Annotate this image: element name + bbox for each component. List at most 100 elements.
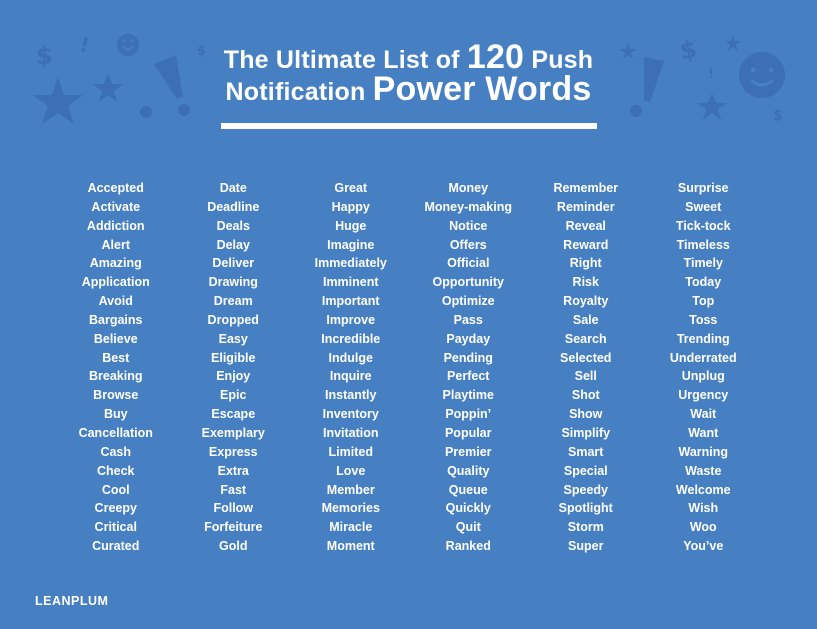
power-word: Imminent (322, 275, 379, 290)
power-word: Opportunity (432, 275, 504, 290)
power-word: Smart (568, 444, 604, 459)
power-word: Show (569, 407, 603, 422)
power-word: Deals (216, 218, 250, 233)
power-word: Happy (331, 199, 370, 214)
power-word: Incredible (321, 331, 381, 346)
power-word: Indulge (328, 350, 373, 365)
power-word: Sale (572, 312, 599, 327)
power-word: Follow (213, 501, 254, 516)
title-underline (221, 123, 597, 129)
power-word: Inquire (329, 369, 372, 384)
power-word: Fast (220, 482, 247, 497)
power-word: Instantly (325, 388, 377, 403)
power-word: Forfeiture (204, 520, 263, 535)
power-word: Underrated (669, 350, 737, 365)
power-word: Miracle (329, 520, 373, 535)
power-word: Reveal (565, 218, 606, 233)
power-word: Notice (449, 218, 488, 233)
power-word: Enjoy (216, 369, 251, 384)
power-word: Cash (100, 444, 132, 459)
power-word: Important (321, 294, 380, 309)
power-word: Extra (217, 463, 249, 478)
power-word: Critical (94, 520, 137, 535)
power-word: Limited (328, 444, 373, 459)
power-word: Tick-tock (675, 218, 731, 233)
power-word: Speedy (563, 482, 608, 497)
power-word: Money (448, 181, 489, 195)
power-word: Selected (560, 350, 612, 365)
power-word: Official (447, 256, 490, 271)
power-word: Gold (219, 539, 248, 554)
title-line-2: Notification Power Words (0, 70, 817, 109)
power-word: Today (685, 275, 722, 290)
power-word: Deliver (212, 256, 255, 271)
power-word: Member (326, 482, 375, 497)
power-word: Cancellation (78, 425, 153, 440)
power-word: Trending (676, 331, 730, 346)
power-word: Inventory (322, 407, 379, 422)
power-word: Queue (448, 482, 488, 497)
word-column: Accepted Activate Addiction Alert Amazing App… (57, 179, 175, 556)
power-word: Bargains (89, 312, 143, 327)
power-word: Super (568, 539, 604, 554)
power-word: Top (692, 294, 715, 309)
power-word: Immediately (314, 256, 387, 271)
power-word: Application (81, 275, 150, 290)
power-word: Great (334, 181, 368, 195)
power-word: Risk (572, 275, 599, 290)
power-word: Waste (685, 463, 722, 478)
power-word: Imagine (327, 237, 375, 252)
word-columns: Accepted Activate Addiction Alert Amazing App… (57, 179, 762, 556)
power-word: Pending (443, 350, 493, 365)
power-word: Dropped (207, 312, 259, 327)
power-word: Escape (211, 407, 256, 422)
power-word: Quickly (445, 501, 491, 516)
power-word: Express (208, 444, 258, 459)
power-word: Invitation (322, 425, 379, 440)
power-word: Memories (321, 501, 380, 516)
power-word: Ranked (445, 539, 491, 554)
power-word: Epic (220, 388, 247, 403)
power-word: Date (219, 181, 247, 195)
power-word: Welcome (675, 482, 731, 497)
power-word: Believe (93, 331, 138, 346)
power-word: Popular (444, 425, 492, 440)
power-word: Offers (449, 237, 487, 252)
power-word: Moment (326, 539, 375, 554)
power-word: Sell (574, 369, 597, 384)
power-word: Love (336, 463, 366, 478)
power-word: Want (688, 425, 719, 440)
power-word: Cool (101, 482, 130, 497)
power-word: Money-making (424, 199, 512, 214)
power-word: Dream (213, 294, 253, 309)
power-word: Premier (444, 444, 492, 459)
power-word: Payday (446, 331, 491, 346)
power-word: Drawing (208, 275, 258, 290)
power-word: Poppin’ (445, 407, 492, 422)
power-word: Creepy (94, 501, 137, 516)
power-word: Deadline (207, 199, 260, 214)
title-highlight: Power Words (372, 70, 592, 108)
power-word: Avoid (98, 294, 133, 309)
power-word: Easy (218, 331, 248, 346)
power-word: Urgency (678, 388, 729, 403)
power-word: Curated (92, 539, 140, 554)
word-column: Money Money-making Notice Offers Official Opp… (410, 179, 528, 556)
dollar-icon: $ (773, 108, 783, 124)
power-word: Warning (678, 444, 729, 459)
title-text: Notification (225, 78, 373, 106)
power-word: Timely (683, 256, 723, 271)
word-column: Date Deadline Deals Delay Deliver Drawing Drea… (175, 179, 293, 556)
power-word: You’ve (683, 539, 724, 554)
power-word: Huge (335, 218, 367, 233)
power-word: Breaking (89, 369, 143, 384)
power-word: Search (564, 331, 607, 346)
power-word: Pass (453, 312, 483, 327)
power-word: Playtime (442, 388, 494, 403)
power-word: Sweet (685, 199, 722, 214)
power-word: Delay (216, 237, 250, 252)
power-word: Perfect (447, 369, 490, 384)
power-word: Special (563, 463, 608, 478)
power-word: Timeless (676, 237, 730, 252)
power-word: Toss (689, 312, 718, 327)
